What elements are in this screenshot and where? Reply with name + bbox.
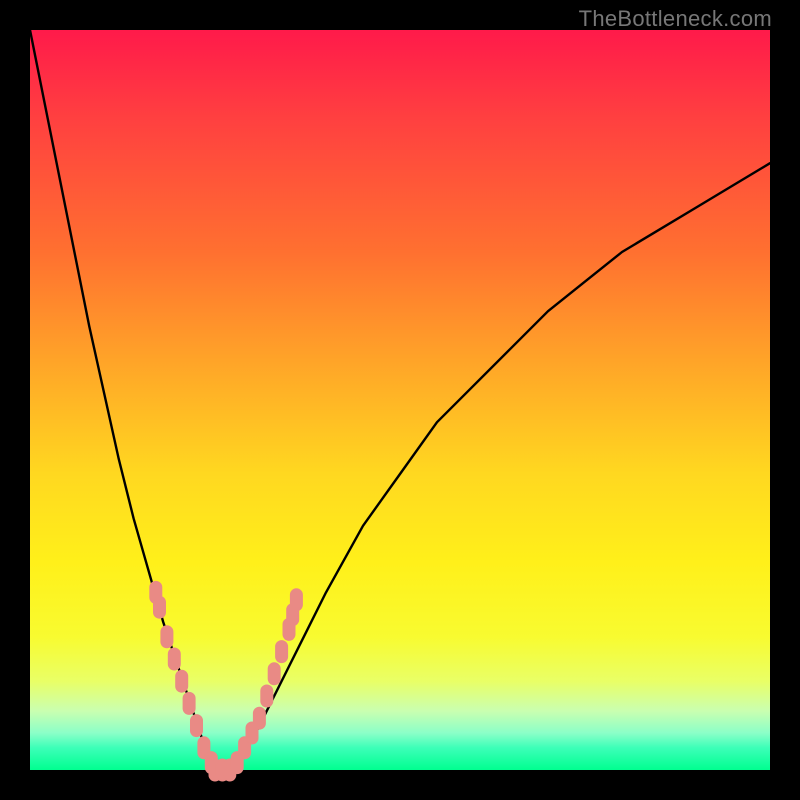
bottleneck-curve (30, 30, 770, 770)
chart-svg (30, 30, 770, 770)
data-marker (191, 715, 203, 737)
marker-group (150, 581, 303, 781)
data-marker (268, 663, 280, 685)
data-marker (168, 648, 180, 670)
plot-area (30, 30, 770, 770)
chart-frame: TheBottleneck.com (0, 0, 800, 800)
data-marker (253, 707, 265, 729)
data-marker (261, 685, 273, 707)
data-marker (161, 626, 173, 648)
attribution-watermark: TheBottleneck.com (579, 6, 772, 32)
data-marker (154, 596, 166, 618)
data-marker (183, 692, 195, 714)
data-marker (276, 641, 288, 663)
data-marker (290, 589, 302, 611)
data-marker (176, 670, 188, 692)
